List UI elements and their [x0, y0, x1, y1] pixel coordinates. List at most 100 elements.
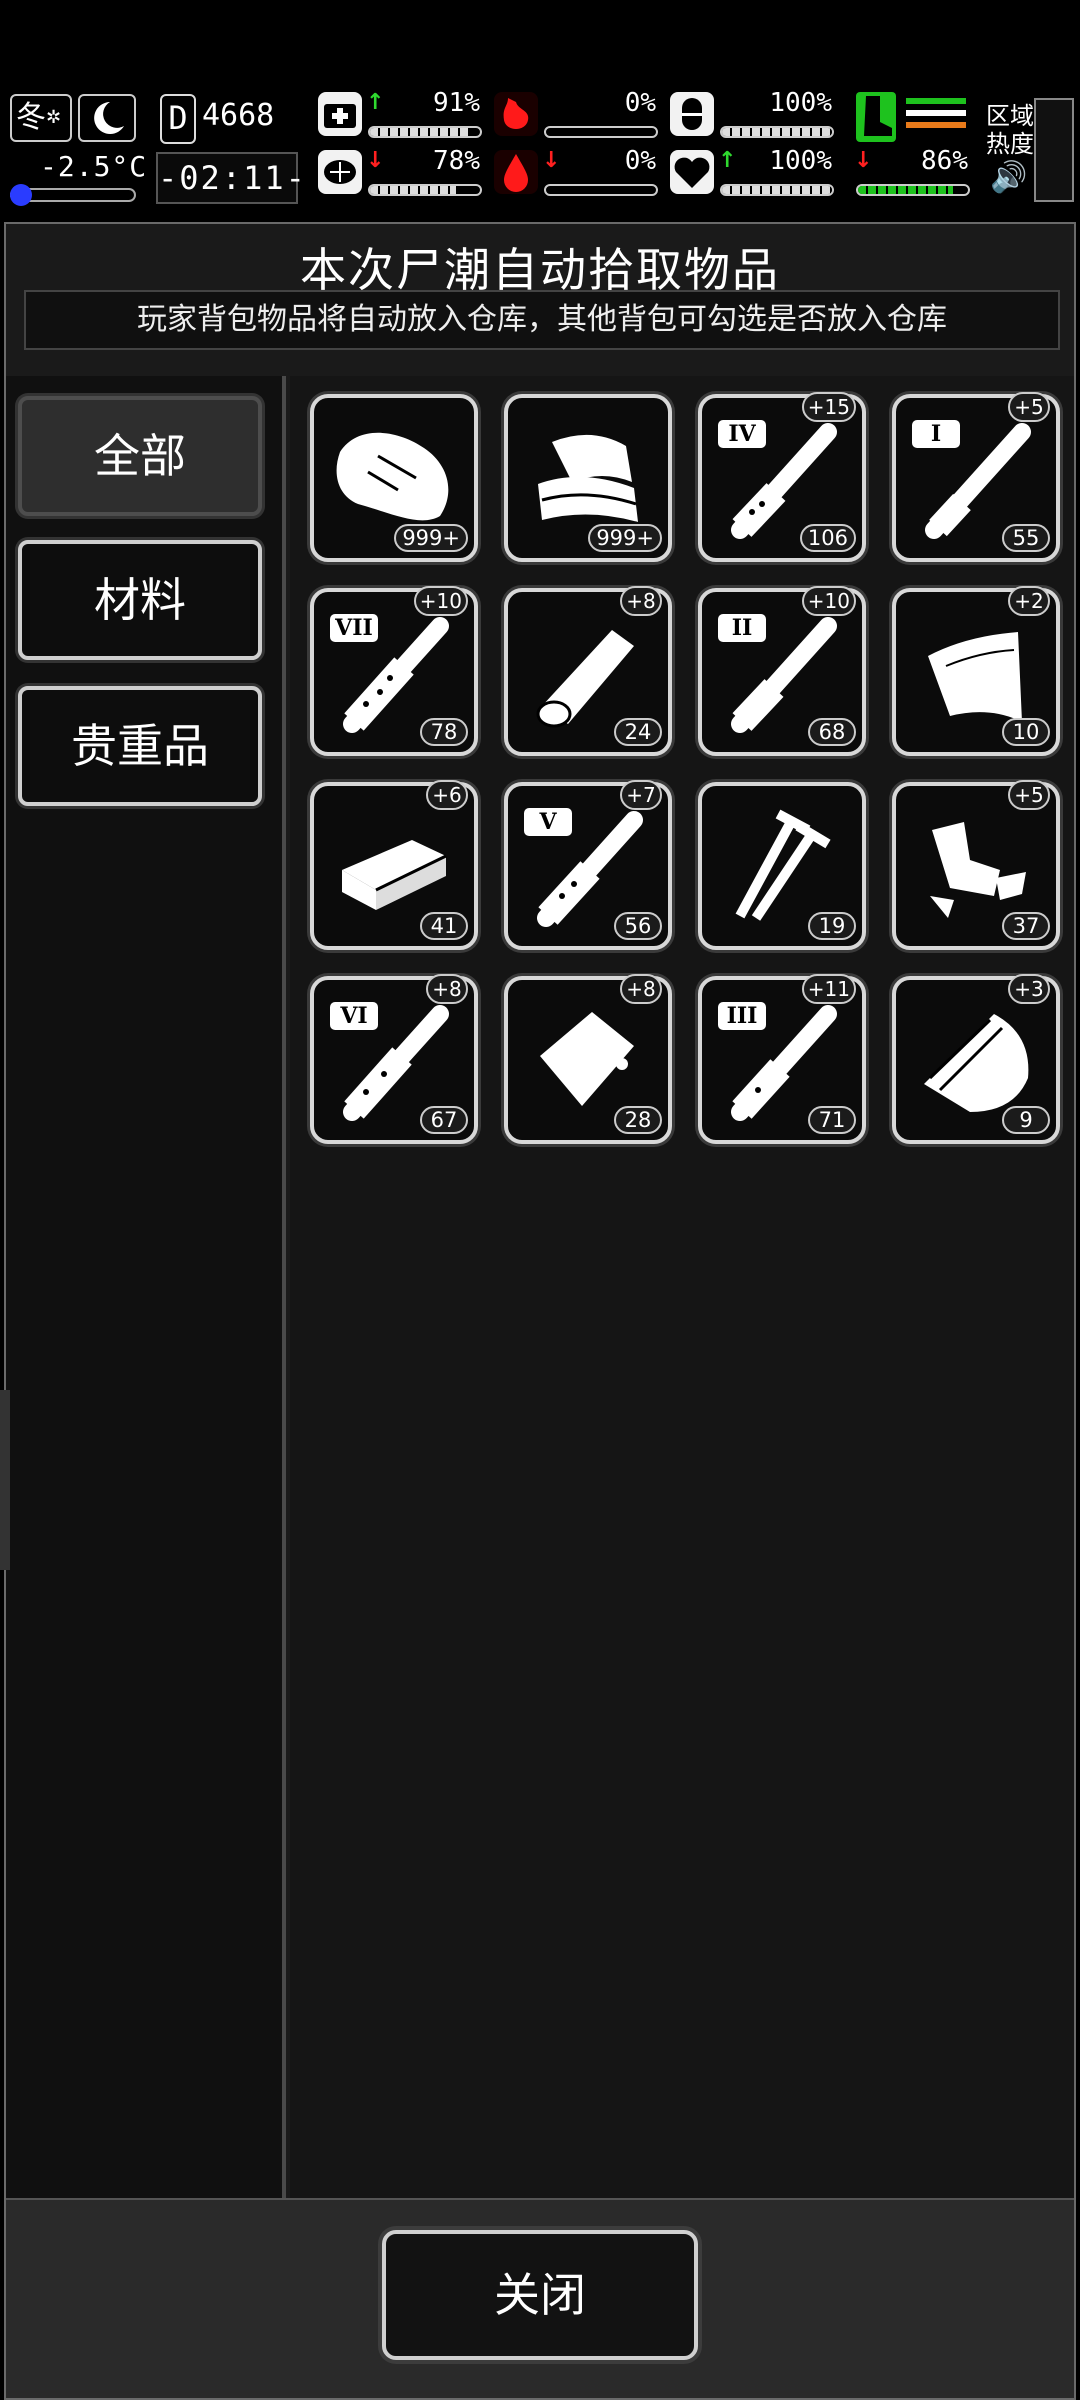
blood-bar: [544, 184, 658, 196]
status-hud: 冬✲ -2.5°C D 4668 -02:11- ↑ 91% 0% 100% ↓: [0, 88, 1080, 208]
speaker-icon[interactable]: 🔊: [990, 160, 1027, 195]
cold-dot-icon: [10, 184, 32, 206]
up-arrow-icon: ↑: [366, 90, 385, 115]
item-count: 41: [420, 912, 468, 940]
zone-heat-meter: [1034, 98, 1074, 202]
item-count: 106: [799, 524, 856, 552]
item-slot[interactable]: +3 9: [892, 974, 1060, 1144]
tab-valuables-label: 贵重品: [71, 719, 209, 773]
item-slot[interactable]: +8 28: [504, 974, 672, 1144]
snowflake-icon: ✲: [46, 107, 62, 128]
bonus-badge: +6: [426, 780, 468, 810]
item-count: 67: [420, 1106, 468, 1134]
heart-value: 100%: [769, 146, 832, 176]
brain-icon: [318, 150, 362, 194]
hunger-stat: 0%: [494, 88, 662, 142]
item-count: 19: [808, 912, 856, 940]
tier-numeral: IV: [718, 420, 766, 448]
tab-valuables[interactable]: 贵重品: [18, 686, 262, 806]
blood-stat: ↓ 0%: [494, 146, 662, 200]
day-icon: D: [160, 94, 196, 144]
heart-bar: [720, 184, 834, 196]
tab-materials[interactable]: 材料: [18, 540, 262, 660]
item-count: 28: [614, 1106, 662, 1134]
sanity-stat: ↓ 78%: [318, 146, 486, 200]
heart-icon: [670, 150, 714, 194]
zone-heat-label: 区域 热度: [986, 102, 1034, 158]
item-slot[interactable]: 19: [698, 782, 866, 950]
down-arrow-icon: ↓: [366, 148, 385, 173]
tier-numeral: V: [524, 808, 572, 836]
hunger-bar: [544, 126, 658, 138]
zone-label-line2: 热度: [986, 130, 1034, 158]
panel-subtitle: 玩家背包物品将自动放入仓库，其他背包可勾选是否放入仓库: [24, 290, 1060, 350]
item-slot[interactable]: 999+: [310, 394, 478, 562]
item-slot[interactable]: +5 37: [892, 780, 1060, 950]
item-slot[interactable]: IV +15 106: [698, 392, 866, 562]
close-button-label: 关闭: [494, 2268, 586, 2322]
sanity-bar: [368, 184, 482, 196]
close-button[interactable]: 关闭: [382, 2230, 698, 2360]
item-count: 56: [614, 912, 662, 940]
health-bar: [368, 126, 482, 138]
edge-handle[interactable]: [0, 1390, 10, 1570]
item-count: 999+: [588, 524, 662, 552]
item-slot[interactable]: V +7 56: [504, 780, 672, 950]
item-slot[interactable]: I +5 55: [892, 392, 1060, 562]
blood-drop-icon: [494, 150, 538, 194]
day-counter: 4668: [202, 98, 275, 133]
item-slot[interactable]: III +11 71: [698, 974, 866, 1144]
sanity-value: 78%: [433, 146, 480, 176]
bonus-badge: +10: [413, 586, 468, 616]
item-slot[interactable]: +2 10: [892, 586, 1060, 756]
bonus-badge: +2: [1008, 586, 1050, 616]
bonus-badge: +5: [1008, 392, 1050, 422]
tab-all[interactable]: 全部: [18, 396, 262, 516]
bonus-badge: +8: [426, 974, 468, 1004]
down-arrow-icon: ↓: [542, 148, 561, 173]
pill-value: 100%: [769, 88, 832, 118]
bonus-badge: +7: [620, 780, 662, 810]
bonus-badge: +5: [1008, 780, 1050, 810]
item-count: 999+: [394, 524, 468, 552]
item-count: 55: [1002, 524, 1050, 552]
medkit-icon: [318, 92, 362, 136]
season-indicator: 冬✲: [10, 94, 72, 142]
heart-stat: ↑ 100%: [670, 146, 838, 200]
tier-numeral: VII: [330, 614, 378, 642]
item-slot[interactable]: +6 41: [310, 780, 478, 950]
item-count: 71: [808, 1106, 856, 1134]
item-slot[interactable]: 999+: [504, 394, 672, 562]
blood-value: 0%: [624, 146, 656, 176]
bonus-badge: +8: [620, 974, 662, 1004]
item-count: 9: [1002, 1106, 1050, 1134]
item-count: 24: [614, 718, 662, 746]
tab-materials-label: 材料: [94, 573, 186, 627]
game-clock: -02:11-: [156, 152, 305, 204]
temperature-readout: -2.5°C: [40, 150, 148, 183]
category-sidebar: 全部 材料 贵重品: [6, 376, 286, 2198]
hunger-value: 0%: [624, 88, 656, 118]
temperature-bar: [10, 184, 136, 206]
tab-all-label: 全部: [94, 429, 186, 483]
pill-icon: [670, 92, 714, 136]
pill-bar: [720, 126, 834, 138]
stamina-stat: ↓ 86%: [850, 146, 974, 200]
tier-numeral: III: [718, 1002, 766, 1030]
item-slot[interactable]: VI +8 67: [310, 974, 478, 1144]
moon-icon: [78, 94, 136, 142]
up-arrow-icon: ↑: [718, 148, 737, 173]
auto-pickup-panel: 本次尸潮自动拾取物品 玩家背包物品将自动放入仓库，其他背包可勾选是否放入仓库 全…: [4, 222, 1076, 2400]
item-slot[interactable]: VII +10 78: [310, 586, 478, 756]
boot-icon: [856, 92, 896, 142]
stamina-value: 86%: [921, 146, 968, 176]
pill-stat: 100%: [670, 88, 838, 142]
health-stat: ↑ 91%: [318, 88, 486, 142]
bonus-badge: +10: [801, 586, 856, 616]
item-count: 10: [1002, 718, 1050, 746]
bonus-badge: +11: [801, 974, 856, 1004]
bonus-badge: +3: [1008, 974, 1050, 1004]
item-slot[interactable]: +8 24: [504, 586, 672, 756]
item-slot[interactable]: II +10 68: [698, 586, 866, 756]
item-count: 37: [1002, 912, 1050, 940]
